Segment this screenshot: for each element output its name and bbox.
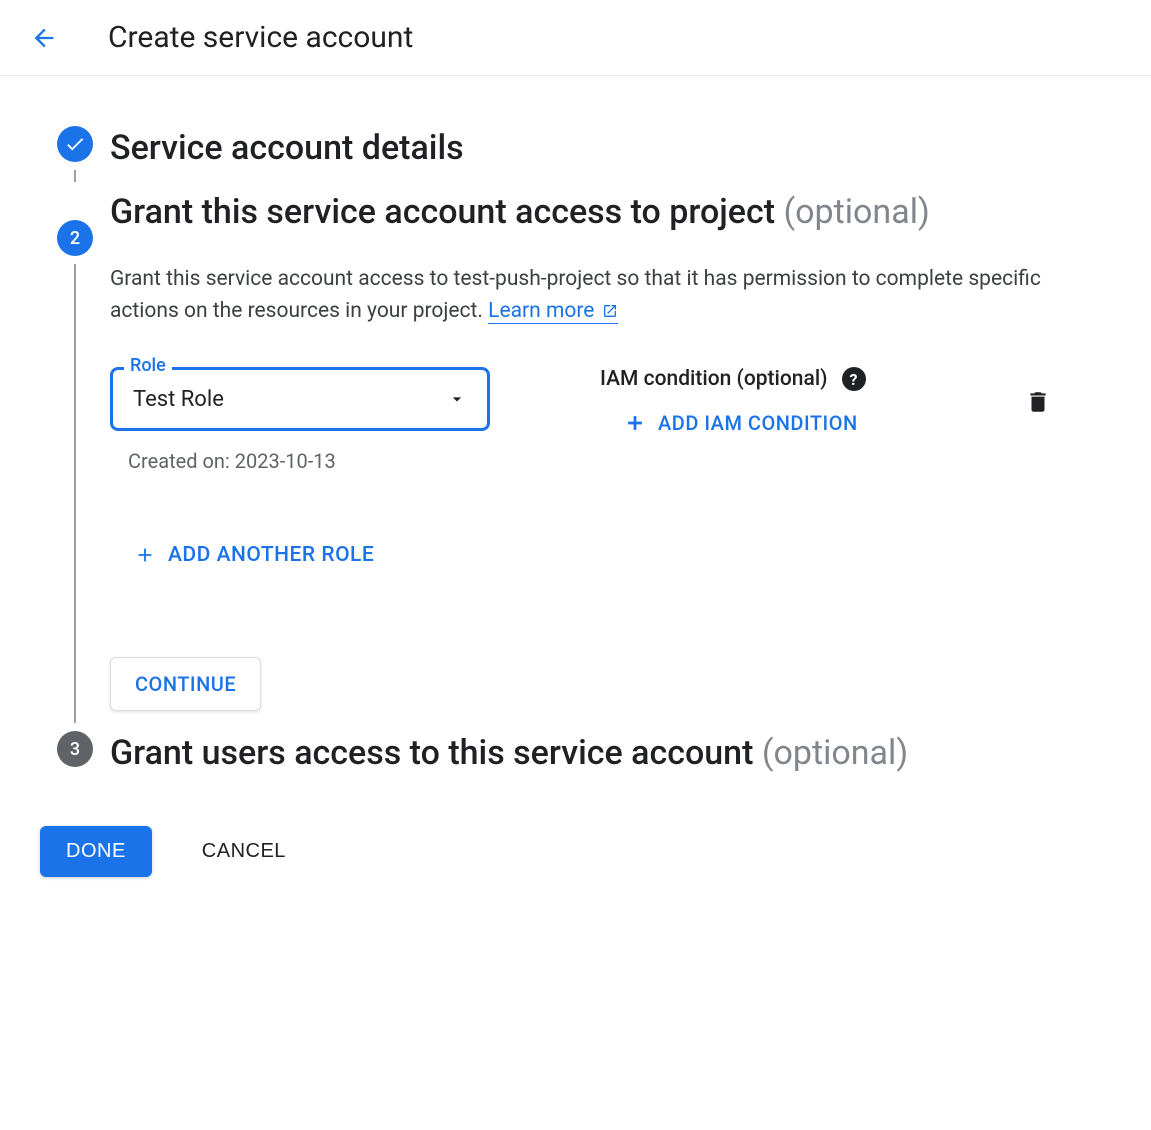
step-3-optional-tag: (optional) [762, 733, 908, 773]
step-1-row: Service account details [40, 126, 1111, 190]
step-3-number: 3 [70, 739, 80, 760]
step-1-body: Service account details [110, 126, 1111, 190]
add-another-role-button[interactable]: ADD ANOTHER ROLE [134, 543, 1111, 567]
step-2-optional-tag: (optional) [784, 192, 930, 232]
iam-condition-header: IAM condition (optional) ? [600, 367, 866, 391]
iam-condition-label: IAM condition (optional) [600, 367, 828, 391]
done-button[interactable]: DONE [40, 826, 152, 877]
role-field-label: Role [124, 355, 172, 376]
step-2-row: 2 Grant this service account access to p… [40, 190, 1111, 731]
delete-role-button[interactable] [1025, 389, 1051, 419]
step-3-title: Grant users access to this service accou… [110, 731, 1111, 775]
step-3-row: 3 Grant users access to this service acc… [40, 731, 1111, 775]
page-header: Create service account [0, 0, 1151, 76]
step-2-title: Grant this service account access to pro… [110, 190, 1111, 234]
help-icon[interactable]: ? [842, 367, 866, 391]
step-2-title-text: Grant this service account access to pro… [110, 192, 775, 232]
learn-more-link[interactable]: Learn more [488, 299, 617, 324]
role-row: Role Test Role Created on: 2023-10-13 IA… [110, 367, 1111, 473]
footer-buttons: DONE CANCEL [40, 826, 1111, 877]
step-2-body: Grant this service account access to pro… [110, 190, 1111, 731]
step-3-circle: 3 [57, 731, 93, 767]
arrow-left-icon [30, 24, 58, 52]
step-3-indicator: 3 [40, 731, 110, 775]
role-helper-text: Created on: 2023-10-13 [128, 449, 490, 473]
delete-column [1025, 367, 1051, 419]
done-label: DONE [66, 840, 126, 862]
plus-icon [134, 544, 156, 566]
caret-down-icon [447, 389, 467, 409]
cancel-label: CANCEL [202, 840, 286, 862]
trash-icon [1025, 389, 1051, 415]
step-1-check-circle [57, 126, 93, 162]
plus-icon [624, 412, 646, 434]
step-1-title: Service account details [110, 126, 1111, 170]
role-select-wrap: Role Test Role Created on: 2023-10-13 [110, 367, 490, 473]
cancel-button[interactable]: CANCEL [202, 840, 286, 863]
step-2-indicator: 2 [40, 190, 110, 731]
page-title: Create service account [108, 20, 413, 55]
role-select-value: Test Role [133, 387, 224, 412]
add-role-label: ADD ANOTHER ROLE [168, 543, 374, 567]
step-1-indicator [40, 126, 110, 190]
iam-condition-column: IAM condition (optional) ? ADD IAM CONDI… [600, 367, 866, 435]
step-2-number: 2 [70, 228, 80, 249]
step-connector [74, 264, 76, 723]
back-arrow-button[interactable] [30, 24, 58, 52]
step-connector [74, 170, 76, 182]
step-3-body: Grant users access to this service accou… [110, 731, 1111, 775]
continue-button[interactable]: CONTINUE [110, 657, 261, 711]
wizard-content: Service account details 2 Grant this ser… [0, 76, 1151, 917]
check-icon [64, 133, 86, 155]
step-2-circle: 2 [57, 220, 93, 256]
continue-label: CONTINUE [135, 672, 236, 696]
role-select[interactable]: Test Role [110, 367, 490, 431]
external-link-icon [602, 303, 618, 319]
add-iam-label: ADD IAM CONDITION [658, 411, 858, 435]
add-iam-condition-button[interactable]: ADD IAM CONDITION [624, 411, 866, 435]
step-3-title-text: Grant users access to this service accou… [110, 733, 753, 773]
step-2-description: Grant this service account access to tes… [110, 264, 1050, 327]
